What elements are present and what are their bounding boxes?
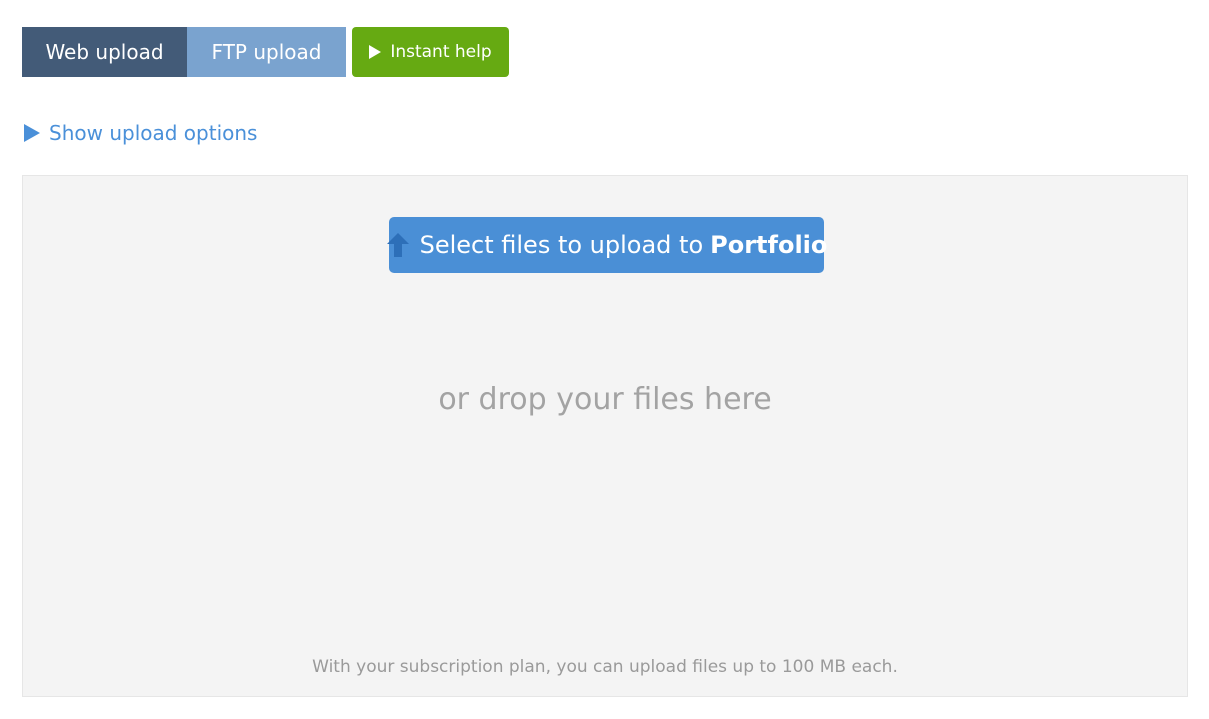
tab-ftp-upload[interactable]: FTP upload [187, 27, 346, 77]
show-upload-options-label: Show upload options [49, 121, 258, 145]
drop-files-hint: or drop your files here [438, 382, 772, 417]
select-files-label: Select files to upload to [419, 231, 704, 259]
upload-arrow-icon [386, 233, 409, 257]
tab-web-upload[interactable]: Web upload [22, 27, 187, 77]
upload-page: Web upload FTP upload Instant help Show … [0, 0, 1209, 719]
upload-target-name: Portfolio [710, 231, 828, 259]
file-drop-zone[interactable]: Select files to upload to Portfolio or d… [22, 175, 1188, 697]
show-upload-options-link[interactable]: Show upload options [22, 118, 257, 148]
instant-help-label: Instant help [390, 42, 492, 62]
upload-method-tabs: Web upload FTP upload [22, 27, 346, 77]
play-icon [369, 45, 382, 59]
instant-help-button[interactable]: Instant help [352, 27, 509, 77]
tab-web-upload-label: Web upload [45, 40, 164, 64]
subscription-limit-note: With your subscription plan, you can upl… [312, 657, 898, 677]
triangle-right-icon [24, 124, 40, 142]
tab-ftp-upload-label: FTP upload [211, 40, 322, 64]
select-files-button[interactable]: Select files to upload to Portfolio [386, 217, 828, 273]
